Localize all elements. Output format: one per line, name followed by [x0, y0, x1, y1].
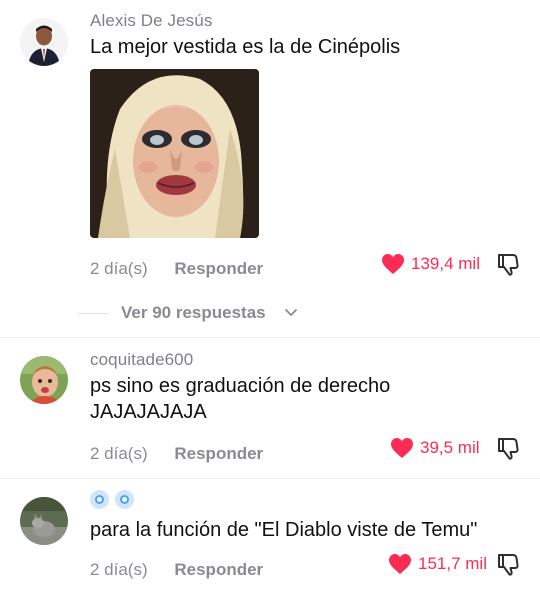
dislike-icon[interactable]: [496, 552, 520, 576]
avatar[interactable]: [20, 18, 68, 66]
comment-meta: 2 día(s) Responder: [90, 444, 263, 464]
comment-text-line: JAJAJAJAJA: [90, 401, 207, 423]
reply-button[interactable]: Responder: [174, 259, 263, 278]
dislike-icon[interactable]: [496, 252, 520, 276]
heart-icon: [391, 438, 413, 458]
dislike-icon[interactable]: [496, 436, 520, 460]
reply-button[interactable]: Responder: [174, 560, 263, 579]
like-button[interactable]: 151,7 mil: [388, 553, 487, 575]
comment-text: para la función de "El Diablo viste de T…: [90, 519, 478, 541]
view-replies-button[interactable]: Ver 90 respuestas: [0, 300, 540, 328]
comment-time: 2 día(s): [90, 444, 148, 463]
view-replies-label: Ver 90 respuestas: [121, 303, 266, 322]
comment-gif-image[interactable]: [90, 69, 259, 238]
like-button[interactable]: 139,4 mil: [381, 253, 480, 275]
comment-username[interactable]: coquitade600: [90, 350, 193, 370]
comment-text: ps sino es graduación de derecho JAJAJAJ…: [90, 373, 520, 425]
avatar[interactable]: [20, 497, 68, 545]
like-count: 39,5 mil: [420, 438, 480, 457]
badge-icon: [90, 490, 109, 509]
chevron-down-icon: [285, 309, 297, 316]
comment-divider: [0, 337, 540, 338]
like-count: 139,4 mil: [411, 254, 480, 273]
comment-divider: [0, 478, 540, 479]
avatar[interactable]: [20, 356, 68, 404]
heart-icon: [382, 254, 404, 274]
replies-divider: [78, 313, 108, 314]
like-button[interactable]: 39,5 mil: [390, 437, 480, 459]
like-count: 151,7 mil: [418, 554, 487, 573]
comment-meta: 2 día(s) Responder: [90, 560, 263, 580]
comment-meta: 2 día(s) Responder: [90, 259, 263, 279]
comment-username[interactable]: Alexis De Jesús: [90, 11, 212, 31]
comment-time: 2 día(s): [90, 259, 148, 278]
comment-text: La mejor vestida es la de Cinépolis: [90, 36, 401, 58]
heart-icon: [389, 554, 411, 574]
comment-time: 2 día(s): [90, 560, 148, 579]
user-badges: [90, 490, 134, 509]
reply-button[interactable]: Responder: [174, 444, 263, 463]
badge-icon: [115, 490, 134, 509]
comment-text-line: ps sino es graduación de derecho: [90, 375, 391, 397]
